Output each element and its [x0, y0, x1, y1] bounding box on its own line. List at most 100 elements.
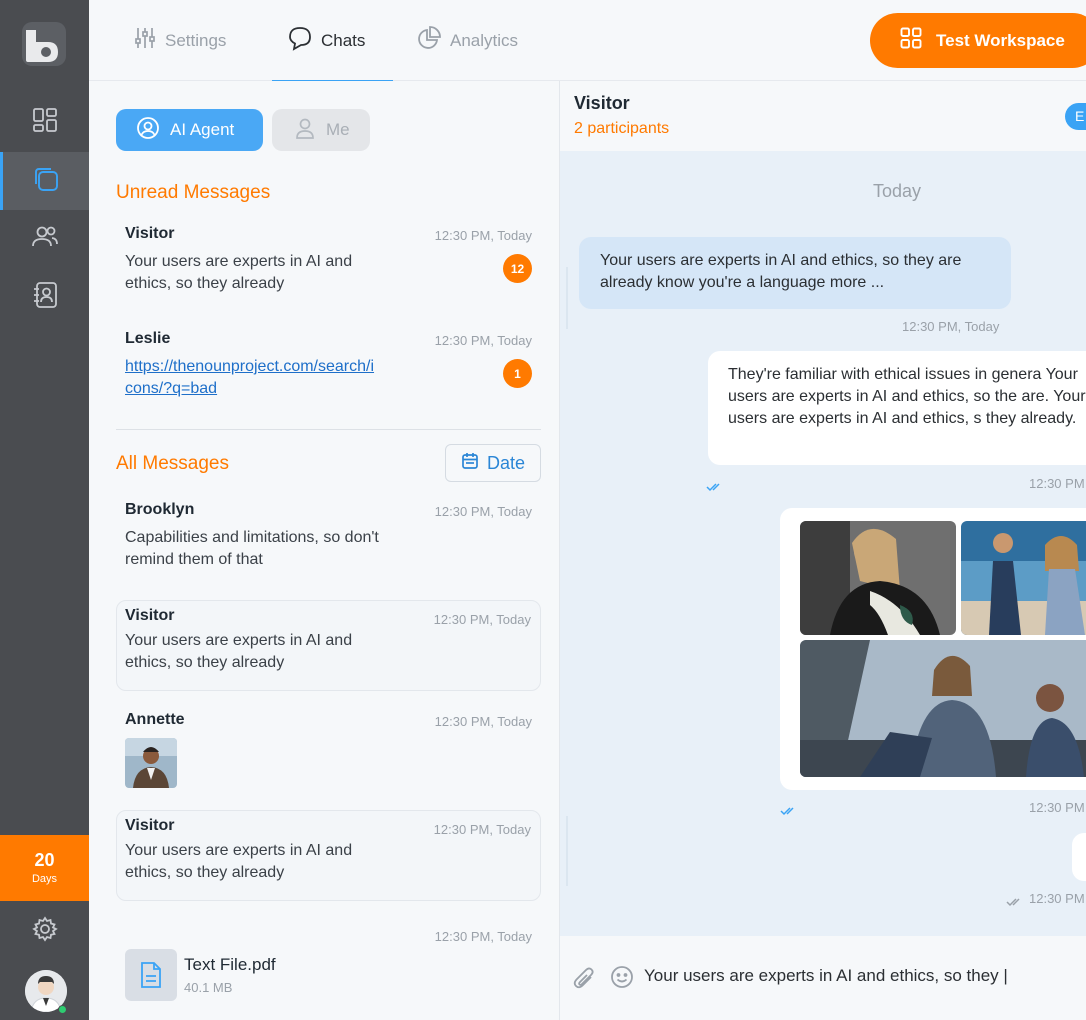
date-filter-button[interactable]: Date: [445, 444, 541, 482]
tab-settings-label: Settings: [165, 30, 227, 50]
chat-title: Visitor: [574, 93, 630, 113]
list-item[interactable]: Leslie 12:30 PM, Today https://thenounpr…: [116, 321, 541, 416]
message-link-text[interactable]: https://thenounproject.com/search/icons/…: [125, 358, 374, 397]
gear-icon: [31, 916, 58, 946]
contact-name: Visitor: [125, 607, 175, 624]
thread-line: [566, 267, 568, 329]
message-preview: Your users are experts in AI and ethics,…: [125, 842, 353, 881]
image-attachment-thumbnail[interactable]: [125, 738, 177, 788]
workspace-label: Test Workspace: [936, 30, 1065, 50]
list-item[interactable]: Visitor 12:30 PM, Today Your users are e…: [116, 600, 541, 691]
message-link[interactable]: https://thenounproject.com/search/icons/…: [125, 356, 375, 400]
tab-chats-label: Chats: [321, 30, 366, 50]
outgoing-message[interactable]: They're familiar with ethical issues in …: [708, 351, 1086, 465]
trial-days-badge[interactable]: 20 Days: [0, 835, 89, 901]
workspace-button[interactable]: Test Workspace: [870, 13, 1086, 68]
nav-chats[interactable]: [0, 152, 89, 210]
message-time: 12:30 PM, Today: [434, 228, 532, 243]
message-time: 12:30 PM, Today: [434, 504, 532, 519]
message-time: 12:30 PM: [1029, 891, 1085, 906]
online-status-dot: [58, 1005, 67, 1014]
tab-settings[interactable]: Settings: [133, 0, 226, 81]
outgoing-message[interactable]: [1072, 833, 1086, 881]
message-time: 12:30 PM, Today: [902, 319, 1000, 334]
thread-line: [566, 816, 568, 886]
segment-ai-agent[interactable]: AI Agent: [116, 109, 263, 151]
section-divider: [116, 429, 541, 430]
date-filter-label: Date: [486, 452, 526, 473]
gallery-photo[interactable]: [800, 640, 1086, 777]
settings-button[interactable]: [0, 910, 89, 952]
message-text: Your users are experts in AI and ethics,…: [600, 252, 962, 291]
message-time: 12:30 PM, Today: [433, 822, 531, 837]
trial-days-count: 20: [34, 850, 55, 870]
segment-ai-agent-label: AI Agent: [170, 120, 235, 139]
message-preview: Your users are experts in AI and ethics,…: [125, 253, 353, 292]
message-preview: Capabilities and limitations, so don't r…: [125, 529, 379, 568]
day-separator: Today: [872, 181, 922, 201]
trial-days-label: Days: [31, 873, 58, 885]
conversation-list-panel: AI Agent Me Unread Messages Visitor 12:3…: [89, 81, 559, 1020]
message-time: 12:30 PM, Today: [434, 333, 532, 348]
message-time: 12:30 PM: [1029, 476, 1085, 491]
dashboard-icon: [32, 107, 58, 137]
nav-contacts[interactable]: [0, 268, 89, 326]
participants-count[interactable]: 2 participants: [574, 120, 669, 138]
user-circle-icon: [136, 116, 160, 145]
message-preview: Your users are experts in AI and ethics,…: [125, 632, 353, 671]
message-text: They're familiar with ethical issues in …: [728, 366, 1086, 427]
contact-name: Annette: [125, 711, 185, 728]
header-action-pill[interactable]: E: [1065, 103, 1086, 130]
unread-section-title: Unread Messages: [116, 182, 271, 203]
list-item[interactable]: 12:30 PM, Today Text File.pdf 40.1 MB: [116, 917, 541, 1012]
file-size: 40.1 MB: [184, 980, 233, 995]
unread-count-badge: 12: [503, 254, 532, 283]
contact-name: Visitor: [125, 225, 175, 242]
list-item[interactable]: Brooklyn 12:30 PM, Today Capabilities an…: [116, 492, 541, 587]
paperclip-icon[interactable]: [572, 966, 596, 994]
segment-me[interactable]: Me: [272, 109, 370, 151]
message-time: 12:30 PM, Today: [433, 612, 531, 627]
message-time: 12:30 PM, Today: [434, 929, 532, 944]
tab-analytics[interactable]: Analytics: [416, 0, 518, 81]
chat-panel: Visitor 2 participants E Today Your user…: [559, 81, 1086, 1020]
calendar-icon: [461, 452, 479, 475]
sidebar-rail: 20 Days: [0, 0, 89, 1020]
message-time: 12:30 PM: [1029, 800, 1085, 815]
segment-me-label: Me: [326, 120, 350, 139]
double-check-icon: [780, 801, 798, 820]
outgoing-image-message[interactable]: [780, 508, 1086, 790]
contact-name: Brooklyn: [125, 501, 195, 518]
contact-name: Visitor: [125, 817, 175, 834]
file-icon: [125, 949, 177, 1001]
file-name: Text File.pdf: [184, 955, 276, 974]
users-icon: [31, 224, 59, 254]
list-item[interactable]: Visitor 12:30 PM, Today Your users are e…: [116, 810, 541, 901]
pie-chart-icon: [416, 25, 442, 56]
gallery-photo[interactable]: [961, 521, 1086, 635]
incoming-message[interactable]: Your users are experts in AI and ethics,…: [579, 237, 1011, 309]
list-item[interactable]: Visitor 12:30 PM, Today Your users are e…: [116, 216, 541, 311]
nav-dashboard[interactable]: [0, 93, 89, 151]
all-messages-title: All Messages: [116, 453, 229, 474]
user-icon: [294, 117, 316, 144]
emoji-icon[interactable]: [610, 965, 634, 993]
contact-name: Leslie: [125, 330, 171, 347]
message-input[interactable]: Your users are experts in AI and ethics,…: [644, 966, 1084, 986]
tab-analytics-label: Analytics: [450, 30, 519, 50]
top-bar: Settings Chats Analytics Test Workspace: [89, 0, 1086, 82]
unread-count-badge: 1: [503, 359, 532, 388]
chat-header: Visitor 2 participants E: [560, 81, 1086, 151]
grid-icon: [900, 27, 922, 54]
list-item[interactable]: Annette 12:30 PM, Today: [116, 702, 541, 797]
double-check-icon: [706, 477, 724, 496]
chats-stack-icon: [32, 165, 60, 197]
double-check-icon: [1006, 892, 1024, 911]
tab-chats[interactable]: Chats: [271, 0, 394, 82]
gallery-photo[interactable]: [800, 521, 956, 635]
app-logo[interactable]: [22, 22, 66, 66]
chat-bubble-icon: [287, 25, 313, 56]
message-composer: Your users are experts in AI and ethics,…: [560, 936, 1086, 1020]
sliders-icon: [133, 26, 157, 55]
nav-team[interactable]: [0, 210, 89, 268]
